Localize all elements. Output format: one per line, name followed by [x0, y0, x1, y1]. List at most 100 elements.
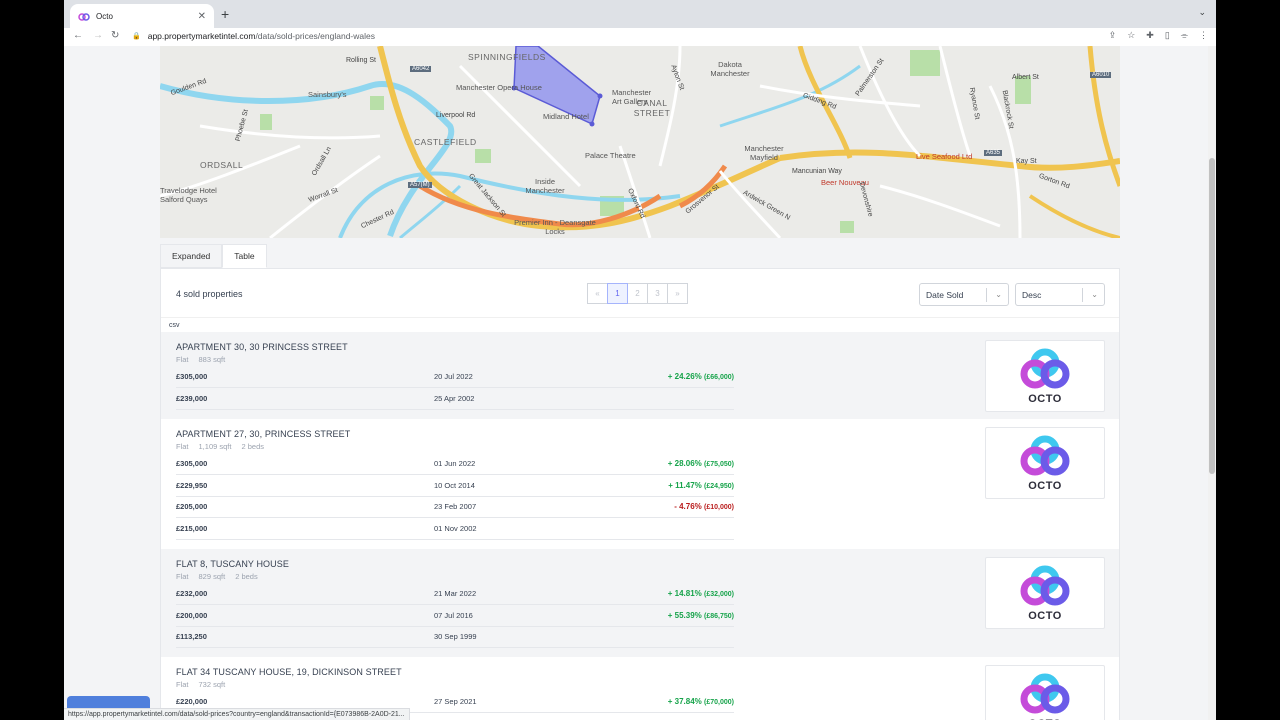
sale-row: £305,000 20 Jul 2022 + 24.26% (£66,000) [176, 366, 734, 388]
results-panel: 4 sold properties « 1 2 3 » Date Sold ⌄ … [160, 268, 1120, 720]
polygon-vertex[interactable] [597, 93, 603, 99]
polygon-vertex[interactable] [589, 121, 595, 127]
map-place-label: Inside Manchester [525, 177, 565, 195]
share-icon[interactable]: ⇪ [1109, 30, 1117, 41]
property-meta: Flat 829 sqft 2 beds [176, 572, 268, 581]
star-icon[interactable]: ☆ [1127, 30, 1135, 41]
sale-date: 07 Jul 2016 [434, 610, 473, 620]
price-change-percent: + 55.39% [667, 610, 702, 620]
map-road-badge: A57(M) [408, 182, 432, 188]
property-card[interactable]: APARTMENT 27, 30, PRINCESS STREET Flat 1,1… [161, 419, 1119, 549]
park [910, 50, 940, 76]
scrollbar-thumb[interactable] [1209, 158, 1215, 474]
forward-icon[interactable]: → [93, 30, 103, 41]
map-place-label: Live Seafood Ltd [916, 152, 973, 161]
price-change: + 37.84% (£70,000) [668, 697, 734, 706]
sale-date: 01 Jun 2022 [434, 459, 476, 468]
price-change: + 28.06% (£75,050) [668, 459, 734, 468]
property-image[interactable]: OCTO [985, 427, 1105, 499]
sale-date: 10 Oct 2014 [434, 480, 475, 490]
property-name[interactable]: APARTMENT 27, 30, PRINCESS STREET [176, 429, 350, 439]
sale-date: 30 Sep 1999 [434, 632, 477, 642]
sale-row: £200,000 07 Jul 2016 + 55.39% (£86,750) [176, 605, 734, 627]
address-bar[interactable]: 🔒 app.propertymarketintel.com/data/sold-… [132, 28, 375, 44]
view-tabs: Expanded Table [160, 244, 267, 268]
tab-strip: Octo ✕ + ⌄ [64, 0, 1216, 28]
profile-icon[interactable]: ⌯ [1181, 30, 1188, 41]
price-change-amount: (£24,950) [704, 482, 734, 490]
pager-page-1[interactable]: 1 [607, 283, 628, 304]
price-change-amount: (£66,000) [704, 374, 734, 381]
octo-logo-text: OCTO [1028, 392, 1062, 405]
browser-toolbar: ← → ↻ 🔒 app.propertymarketintel.com/data… [64, 28, 1216, 46]
property-sqft: 1,109 sqft [198, 442, 232, 451]
octo-logo-icon [1020, 435, 1070, 475]
sale-date: 23 Feb 2007 [434, 502, 477, 512]
pager-page-3[interactable]: 3 [647, 283, 668, 304]
price-change-percent: - 4.76% [674, 502, 702, 512]
sale-price: £113,250 [176, 632, 207, 642]
park [840, 221, 854, 233]
sale-row: £239,000 25 Apr 2002 [176, 388, 734, 410]
sort-field-select[interactable]: Date Sold ⌄ [919, 283, 1009, 306]
map-road-label: Albert St [1012, 74, 1039, 81]
pager-next-button[interactable]: » [667, 283, 688, 304]
new-tab-icon[interactable]: + [221, 6, 229, 22]
pager-prev-button[interactable]: « [587, 283, 608, 304]
property-card[interactable]: APARTMENT 30, 30 PRINCESS STREET Flat 883 … [161, 332, 1119, 419]
back-icon[interactable]: ← [73, 30, 83, 41]
page-scrollbar[interactable] [1208, 46, 1216, 720]
park [370, 96, 384, 110]
menu-icon[interactable]: ⋮ [1199, 30, 1208, 41]
price-change-amount: (£10,000) [704, 504, 734, 512]
property-name[interactable]: FLAT 34 TUSCANY HOUSE, 19, DICKINSON STR… [176, 667, 402, 677]
tab-expanded[interactable]: Expanded [160, 244, 223, 268]
price-change-amount: (£86,750) [704, 612, 734, 620]
price-change: - 4.76% (£10,000) [674, 502, 734, 511]
map-place-label: Manchester Opera House [456, 83, 542, 92]
chevron-down-icon[interactable]: ⌄ [1198, 7, 1206, 18]
map[interactable]: SPINNINGFIELDS CASTLEFIELD ORDSALL CANAL… [160, 46, 1120, 238]
property-beds: 2 beds [241, 442, 264, 451]
property-sqft: 829 sqft [198, 572, 226, 581]
sale-row: £215,000 01 Nov 2002 [176, 518, 734, 541]
url-path: /data/sold-prices/england-wales [255, 31, 375, 41]
map-place-label: Manchester Art Gallery [612, 88, 652, 106]
price-change-percent: + 37.84% [667, 697, 702, 706]
property-image[interactable]: OCTO [985, 340, 1105, 412]
octo-logo-icon [1020, 565, 1070, 605]
sort-field-value: Date Sold [926, 289, 964, 300]
map-place-label: Sainsbury's [308, 90, 347, 99]
tab-table[interactable]: Table [222, 244, 267, 268]
sale-price: £200,000 [176, 610, 208, 620]
property-image[interactable]: OCTO [985, 557, 1105, 629]
map-place-label: Palace Theatre [585, 151, 636, 160]
property-card[interactable]: FLAT 8, TUSCANY HOUSE Flat 829 sqft 2 beds £… [161, 549, 1119, 657]
browser-tab[interactable]: Octo ✕ [70, 4, 214, 28]
sale-price: £305,000 [176, 459, 208, 468]
map-road-label: Mancunian Way [792, 168, 842, 175]
close-tab-icon[interactable]: ✕ [198, 11, 206, 22]
extensions-icon[interactable]: ✚ [1146, 30, 1154, 41]
sidebar-icon[interactable]: ▯ [1165, 30, 1170, 41]
price-change: + 24.26% (£66,000) [668, 372, 734, 381]
octo-logo-icon [1020, 673, 1070, 713]
sort-order-value: Desc [1022, 289, 1042, 300]
property-name[interactable]: FLAT 8, TUSCANY HOUSE [176, 559, 289, 569]
sort-order-select[interactable]: Desc ⌄ [1015, 283, 1105, 306]
map-area-label: ORDSALL [200, 160, 244, 170]
property-sqft: 883 sqft [198, 355, 226, 364]
pager-page-2[interactable]: 2 [627, 283, 648, 304]
price-change: + 55.39% (£86,750) [668, 611, 734, 620]
property-type: Flat [176, 680, 189, 689]
reload-icon[interactable]: ↻ [111, 30, 119, 41]
property-name[interactable]: APARTMENT 30, 30 PRINCESS STREET [176, 342, 348, 352]
sale-row: £229,950 10 Oct 2014 + 11.47% (£24,950) [176, 475, 734, 497]
results-count: 4 sold properties [176, 289, 243, 299]
csv-export-link[interactable]: csv [169, 322, 180, 329]
map-place-label: Manchester Mayfield [744, 144, 784, 162]
octo-logo-text: OCTO [1028, 609, 1062, 622]
sale-row: £205,000 23 Feb 2007 - 4.76% (£10,000) [176, 496, 734, 519]
property-image[interactable]: OCTO [985, 665, 1105, 720]
url-host: app.propertymarketintel.com [147, 31, 256, 41]
